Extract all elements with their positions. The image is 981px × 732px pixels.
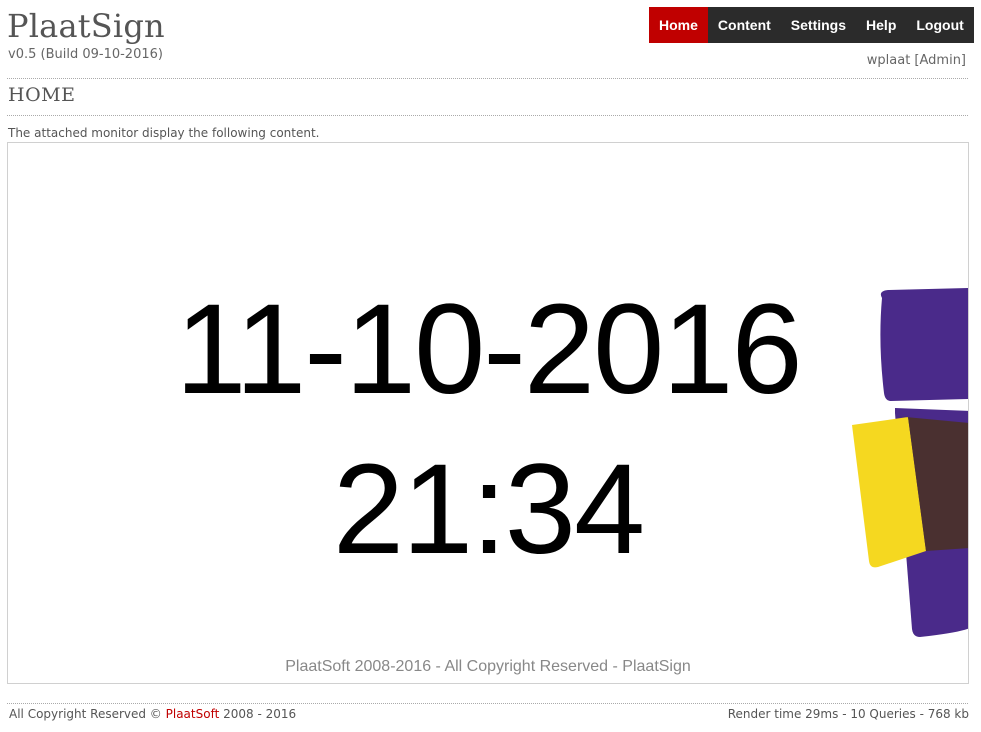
header-divider [7,78,968,79]
copyright-years: 2008 - 2016 [219,707,297,721]
footer-stats: Render time 29ms - 10 Queries - 768 kb [727,707,969,721]
menu-item-logout[interactable]: Logout [906,7,973,43]
user-label: wplaat [Admin] [866,53,966,68]
plaatsoft-link[interactable]: PlaatSoft [166,707,220,721]
menu-item-content[interactable]: Content [708,7,781,43]
main-menu: Home Content Settings Help Logout [649,7,974,43]
app-title: PlaatSign [7,7,165,45]
monitor-preview: 11-10-2016 21:34 PlaatSoft 2008-2016 - A… [7,142,969,684]
page-title: HOME [8,84,76,106]
copyright-prefix: All Copyright Reserved © [9,707,166,721]
title-divider [7,115,968,116]
menu-item-help[interactable]: Help [856,7,906,43]
version-label: v0.5 (Build 09-10-2016) [8,47,163,62]
display-date: 11-10-2016 [175,278,802,421]
footer-divider [7,703,968,704]
menu-item-settings[interactable]: Settings [781,7,856,43]
display-footer-text: PlaatSoft 2008-2016 - All Copyright Rese… [285,658,691,675]
display-time: 21:34 [332,438,645,581]
menu-item-home[interactable]: Home [649,7,708,43]
intro-text: The attached monitor display the followi… [8,126,320,140]
footer-copyright: All Copyright Reserved © PlaatSoft 2008 … [9,707,296,721]
